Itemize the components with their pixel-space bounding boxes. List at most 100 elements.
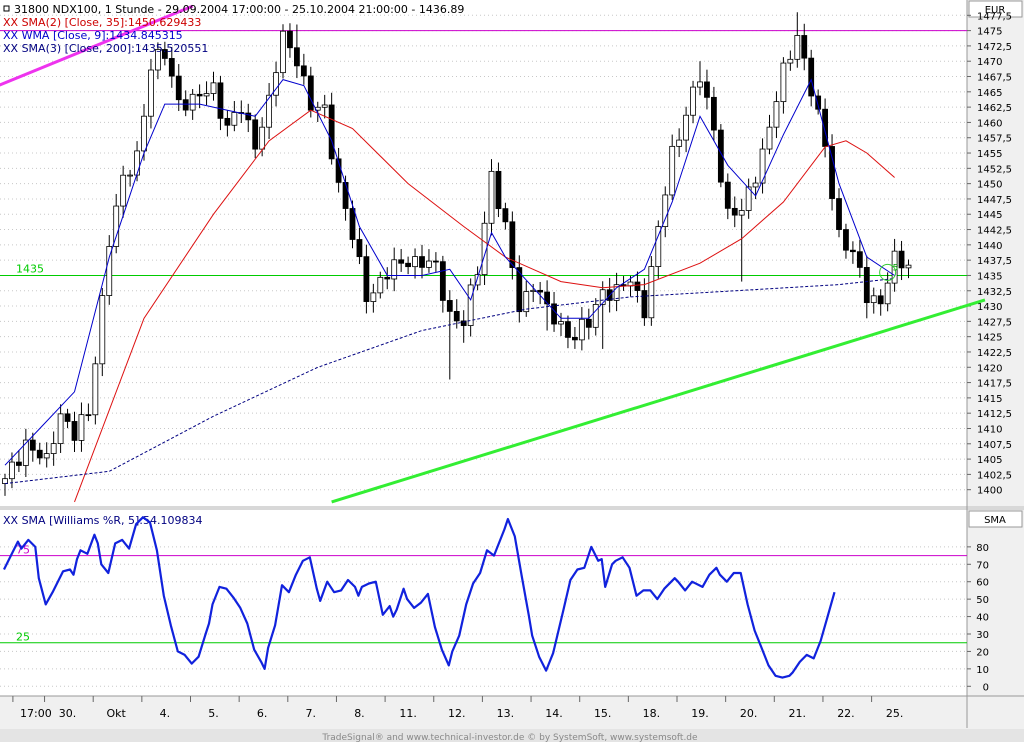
candle-body (99, 295, 106, 365)
price-tick-label: 1422,5 (977, 348, 1012, 359)
price-tick-label: 1442,5 (977, 226, 1012, 237)
footer-credit: TradeSignal® and www.technical-investor.… (321, 733, 698, 742)
x-tick-label: 17:00 (20, 707, 52, 720)
price-tick-label: 1447,5 (977, 195, 1012, 206)
price-tick-label: 1430 (977, 302, 1002, 313)
x-tick-label: Okt (107, 707, 127, 720)
candle-body (884, 282, 891, 305)
x-tick-label: 7. (306, 707, 317, 720)
price-tick-label: 1437,5 (977, 256, 1012, 267)
candle-body (405, 262, 412, 268)
candle-body (752, 182, 759, 188)
candle-body (592, 304, 599, 328)
williams-level-label: 25 (16, 631, 30, 644)
price-tick-label: 1405 (977, 455, 1002, 466)
price-tick-label: 1407,5 (977, 440, 1012, 451)
candle-body (342, 182, 349, 209)
candle-body (530, 289, 537, 292)
x-tick-label: 15. (594, 707, 612, 720)
candle-body (71, 421, 78, 441)
price-tick-label: 1427,5 (977, 317, 1012, 328)
candle-body (217, 82, 224, 119)
chart-root: EURSMA14001402,514051407,514101412,51415… (0, 0, 1024, 742)
williams-tick-label: 40 (976, 613, 989, 624)
candle-body (9, 461, 15, 480)
candle-body (711, 96, 717, 131)
williams-tick-label: 60 (976, 578, 989, 589)
x-tick-label: 6. (257, 707, 268, 720)
candle-body (898, 250, 905, 269)
price-tick-label: 1432,5 (977, 287, 1012, 298)
price-tick-label: 1415 (977, 394, 1002, 405)
candle-body (829, 146, 835, 199)
candle-body (432, 260, 439, 263)
x-tick-label: 21. (789, 707, 807, 720)
price-tick-label: 1440 (977, 241, 1002, 252)
price-tick-label: 1450 (977, 180, 1002, 191)
candle-body (252, 119, 259, 150)
candle-body (15, 461, 22, 466)
candle-body (168, 58, 175, 77)
williams-tick-label: 0 (983, 682, 989, 693)
candle-body (648, 266, 655, 319)
candle-body (676, 139, 683, 147)
candle-body (537, 289, 544, 293)
candle-body (203, 93, 210, 97)
candle-body (905, 264, 912, 269)
candle-body (29, 439, 36, 451)
candle-body (551, 303, 557, 325)
candle-body (328, 104, 335, 160)
candle-body (683, 114, 689, 141)
candle-body (773, 101, 780, 128)
price-tick-label: 1435 (977, 271, 1002, 282)
candle-body (690, 86, 696, 116)
price-tick-label: 1457,5 (977, 134, 1012, 145)
price-tick-label: 1417,5 (977, 379, 1012, 390)
williams-tick-label: 30 (976, 630, 989, 641)
candle-body (148, 69, 154, 117)
price-tick-label: 1455 (977, 149, 1002, 160)
candle-body (843, 229, 849, 251)
candle-body (578, 318, 585, 341)
williams-tick-label: 20 (976, 647, 989, 658)
candle-body (731, 207, 738, 216)
legend-entry: XX SMA(2) [Close, 35]:1450.629433 (3, 16, 201, 29)
x-tick-label: 14. (545, 707, 563, 720)
candle-body (280, 30, 286, 74)
candle-body (106, 246, 113, 296)
candle-body (64, 413, 71, 422)
williams-tick-label: 80 (976, 543, 989, 554)
price-tick-label: 1465 (977, 88, 1002, 99)
current-value-marker-label: 5 (893, 263, 899, 273)
chart-title: 31800 NDX100, 1 Stunde - 29.09.2004 17:0… (14, 3, 464, 16)
candle-body (57, 413, 64, 445)
candle-body (2, 478, 8, 484)
candle-body (224, 117, 231, 126)
candle-body (877, 295, 884, 305)
candle-body (863, 267, 870, 304)
price-tick-label: 1445 (977, 210, 1002, 221)
candle-body (704, 81, 710, 98)
price-tick-label: 1467,5 (977, 73, 1012, 84)
candle-body (572, 337, 578, 341)
price-tick-label: 1472,5 (977, 42, 1012, 53)
x-tick-label: 13. (497, 707, 515, 720)
sma-panel-label: SMA (984, 515, 1006, 526)
candle-body (585, 318, 592, 328)
candle-body (85, 414, 92, 417)
candle-body (175, 75, 182, 101)
x-tick-label: 5. (208, 707, 219, 720)
candle-body (439, 261, 446, 301)
candle-body (377, 276, 384, 294)
candle-body (738, 210, 745, 216)
candle-body (321, 104, 328, 108)
candle-body (189, 93, 196, 111)
candle-body (78, 414, 85, 441)
price-tick-label: 1412,5 (977, 409, 1012, 420)
legend-entry: XX WMA [Close, 9]:1434.845315 (3, 29, 183, 42)
price-tick-label: 1462,5 (977, 103, 1012, 114)
panel-divider (0, 506, 1024, 510)
candle-body (836, 198, 842, 230)
candle-body (92, 363, 99, 416)
candle-body (307, 75, 314, 111)
